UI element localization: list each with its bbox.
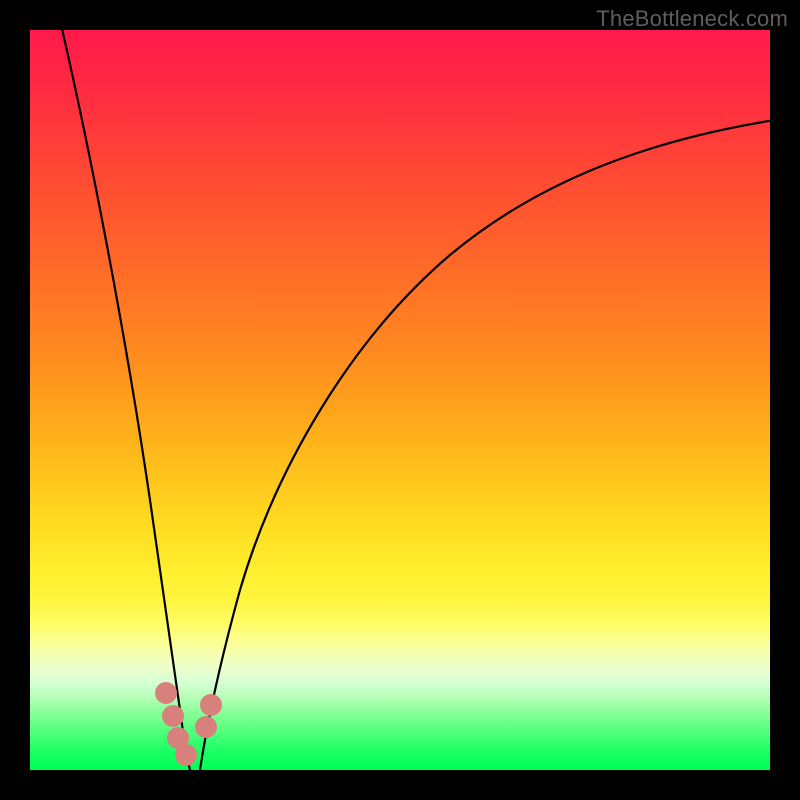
marker-dot bbox=[162, 705, 184, 727]
left-curve bbox=[60, 30, 190, 770]
marker-dot bbox=[195, 716, 217, 738]
chart-frame: TheBottleneck.com bbox=[0, 0, 800, 800]
plot-area bbox=[30, 30, 770, 770]
curve-layer bbox=[30, 30, 770, 770]
right-curve bbox=[200, 120, 770, 770]
marker-dot bbox=[155, 682, 177, 704]
marker-dot bbox=[200, 694, 222, 716]
marker-dot bbox=[175, 744, 197, 766]
watermark-text: TheBottleneck.com bbox=[596, 6, 788, 32]
